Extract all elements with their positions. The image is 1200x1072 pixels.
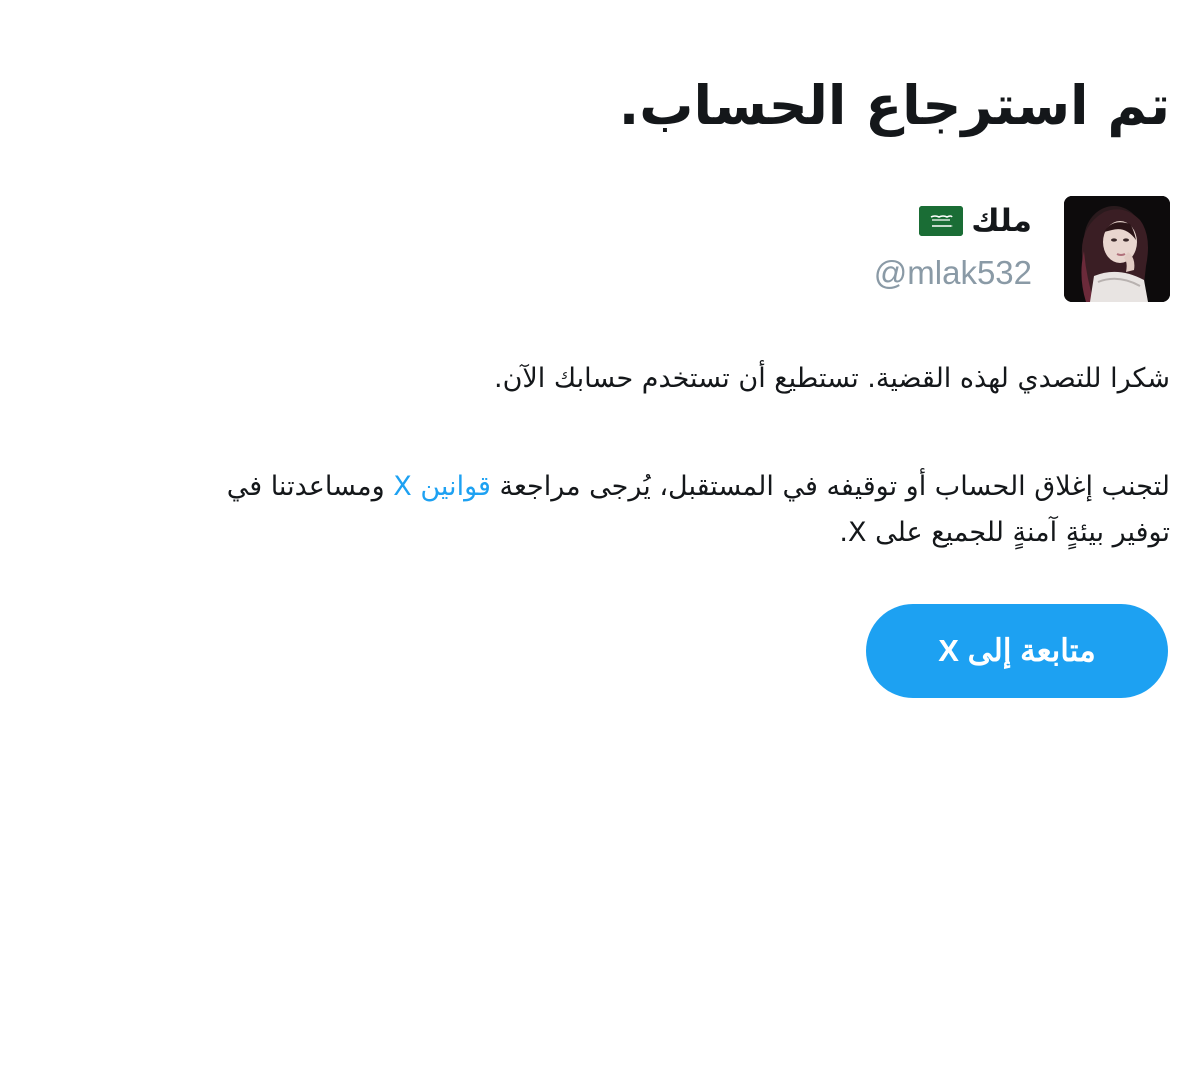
account-restored-page: تم استرجاع الحساب. ملك @mlak532 شكرا للت… (0, 0, 1200, 1072)
saudi-arabia-flag-icon (919, 206, 964, 236)
display-name: ملك (971, 203, 1032, 239)
guidance-text-end: ومساعدتنا في (226, 471, 394, 502)
account-info: ملك @mlak532 (874, 196, 1032, 296)
name-row: ملك (874, 198, 1032, 244)
account-card: ملك @mlak532 (874, 196, 1170, 304)
continue-to-x-button[interactable]: متابعة إلى X (866, 604, 1168, 698)
x-rules-link[interactable]: قوانين X (393, 471, 491, 502)
guidance-text-start: لتجنب إغلاق الحساب أو توقيفه في المستقبل… (490, 471, 1171, 502)
profile-photo-icon (1064, 196, 1170, 302)
avatar (1064, 196, 1170, 302)
confirmation-message: شكرا للتصدي لهذه القضية. تستطيع أن تستخد… (493, 363, 1170, 394)
account-handle: @mlak532 (873, 254, 1032, 291)
guidance-message: لتجنب إغلاق الحساب أو توقيفه في المستقبل… (25, 464, 1170, 556)
page-title: تم استرجاع الحساب. (618, 74, 1170, 137)
guidance-line-2: توفير بيئةٍ آمنةٍ للجميع على X. (839, 517, 1170, 548)
guidance-line-1: لتجنب إغلاق الحساب أو توقيفه في المستقبل… (25, 464, 1170, 510)
